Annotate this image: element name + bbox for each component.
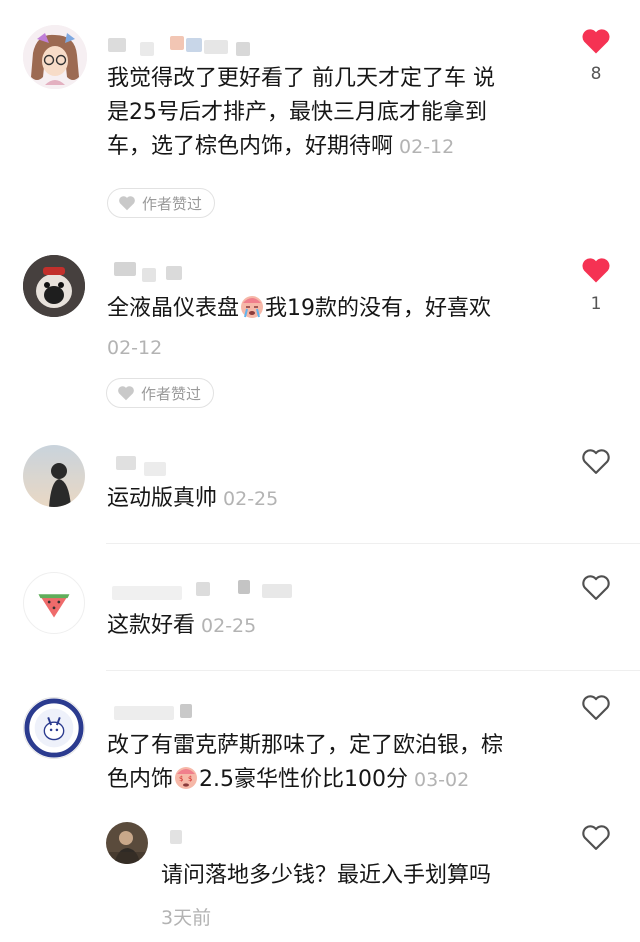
avatar-photo xyxy=(106,822,148,864)
avatar-silhouette-photo xyxy=(23,445,85,507)
comment-text[interactable]: 全液晶仪表盘 我19款的没有，好喜欢 xyxy=(107,292,567,326)
comment-date: 02-12 xyxy=(399,136,455,158)
comment-date: 02-12 xyxy=(107,337,163,359)
avatar[interactable] xyxy=(23,445,85,507)
username-redacted xyxy=(170,830,182,844)
crying-emoji-icon xyxy=(241,296,264,318)
author-liked-badge: 作者赞过 xyxy=(106,378,215,408)
like-count: 1 xyxy=(590,294,602,314)
reply-date: 3天前 xyxy=(161,907,212,929)
author-liked-badge: 作者赞过 xyxy=(107,188,216,218)
reply-avatar[interactable] xyxy=(106,822,148,864)
username-redacted xyxy=(236,42,250,56)
like-count: 8 xyxy=(590,64,602,84)
username-redacted xyxy=(114,706,174,720)
avatar-badge-logo xyxy=(24,698,84,758)
username-redacted xyxy=(204,40,228,54)
avatar-illustration xyxy=(23,25,87,89)
watermelon-icon xyxy=(38,594,70,618)
comment-date: 02-25 xyxy=(223,488,279,510)
heart-filled-icon[interactable] xyxy=(581,256,611,284)
comment-text[interactable]: 我觉得改了更好看了 前几天才定了车 说 是25号后才排产，最快三月底才能拿到 车… xyxy=(107,62,567,164)
username-redacted xyxy=(262,584,292,598)
username-redacted xyxy=(196,582,210,596)
heart-filled-icon[interactable] xyxy=(581,27,611,55)
avatar[interactable] xyxy=(23,255,85,317)
svg-text:$: $ xyxy=(179,775,183,783)
money-face-emoji-icon: $ $ xyxy=(175,767,198,789)
username-redacted xyxy=(116,456,136,470)
avatar-dog-photo xyxy=(23,255,85,317)
username-redacted xyxy=(142,268,156,282)
username-redacted xyxy=(144,462,166,476)
username-redacted xyxy=(186,38,202,52)
username-redacted xyxy=(112,586,182,600)
username-redacted xyxy=(238,580,250,594)
avatar[interactable] xyxy=(23,697,85,759)
avatar[interactable] xyxy=(23,25,87,89)
divider xyxy=(106,670,640,671)
heart-outline-icon[interactable] xyxy=(581,693,611,721)
comment-text[interactable]: 改了有雷克萨斯那味了，定了欧泊银，棕 色内饰 $ $2.5豪华性价比100分 03-0… xyxy=(107,729,567,797)
heart-icon xyxy=(118,386,134,401)
svg-text:$: $ xyxy=(188,775,192,783)
username-redacted xyxy=(170,36,184,50)
comment-text[interactable]: 这款好看 02-25 xyxy=(107,609,567,643)
comment-date: 03-02 xyxy=(414,769,470,791)
comment-date: 02-25 xyxy=(201,615,257,637)
comment-text[interactable]: 运动版真帅 02-25 xyxy=(107,482,567,516)
reply-text[interactable]: 请问落地多少钱？最近入手划算吗 xyxy=(161,859,561,893)
username-redacted xyxy=(180,704,192,718)
avatar[interactable] xyxy=(23,572,85,634)
username-redacted xyxy=(140,42,154,56)
heart-outline-icon[interactable] xyxy=(581,573,611,601)
heart-outline-icon[interactable] xyxy=(581,823,611,851)
divider xyxy=(106,543,640,544)
heart-icon xyxy=(119,196,135,211)
heart-outline-icon[interactable] xyxy=(581,447,611,475)
username-redacted xyxy=(108,38,126,52)
username-redacted xyxy=(166,266,182,280)
username-redacted xyxy=(114,262,136,276)
